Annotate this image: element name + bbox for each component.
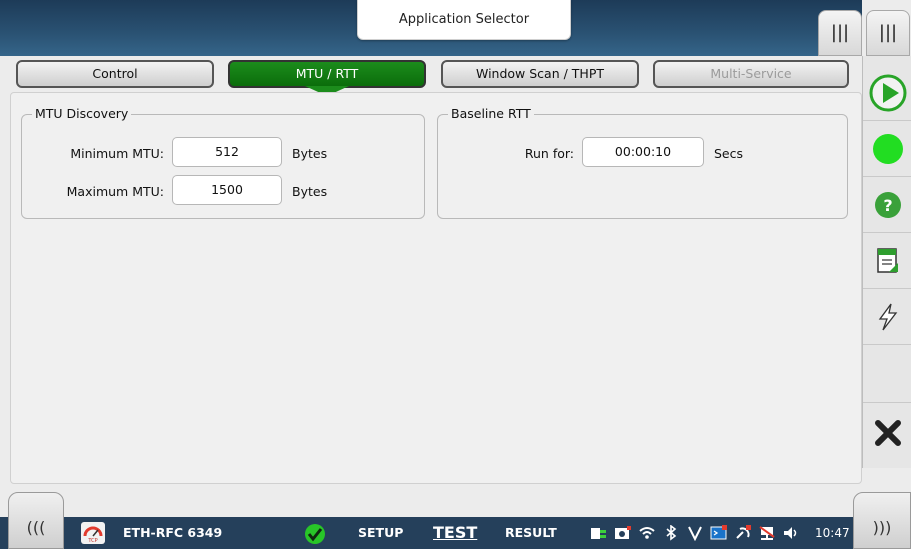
speaker-icon	[784, 527, 797, 539]
system-status-icons	[590, 523, 800, 543]
test-link[interactable]: TEST	[433, 517, 477, 549]
left-corner-tab[interactable]: (((	[8, 492, 64, 549]
play-icon	[869, 74, 906, 112]
lightning-icon	[878, 303, 897, 331]
minimum-mtu-label: Minimum MTU:	[70, 146, 164, 161]
run-for-label: Run for:	[524, 146, 574, 161]
content-panel: MTU Discovery Minimum MTU: 512 Bytes Max…	[10, 92, 862, 484]
bottom-status-bar: TCP ETH-RFC 6349 SETUP TEST RESULT 10:47	[0, 517, 911, 549]
right-corner-tab[interactable]: )))	[853, 492, 911, 549]
test-name-label: ETH-RFC 6349	[123, 525, 223, 540]
wifi-icon	[639, 527, 655, 539]
maximum-mtu-field[interactable]: 1500	[172, 175, 282, 205]
minimum-mtu-unit: Bytes	[292, 146, 328, 161]
run-for-unit: Secs	[714, 146, 744, 161]
report-icon	[876, 248, 898, 273]
help-button[interactable]: ?	[863, 178, 911, 233]
close-icon	[874, 420, 901, 446]
setup-link[interactable]: SETUP	[358, 517, 403, 549]
status-indicator-button[interactable]	[863, 122, 911, 177]
baseline-rtt-title: Baseline RTT	[448, 106, 534, 121]
sidebar-empty-slot	[863, 346, 911, 403]
camera-icon	[615, 526, 631, 539]
close-button[interactable]	[863, 404, 911, 462]
report-button[interactable]	[863, 234, 911, 289]
satellite-icon	[736, 525, 751, 539]
lightning-button[interactable]	[863, 290, 911, 345]
tcp-gauge-icon: TCP	[81, 522, 105, 544]
maximum-mtu-unit: Bytes	[292, 184, 328, 199]
minimum-mtu-field[interactable]: 512	[172, 137, 282, 167]
status-green-icon	[872, 134, 903, 164]
terminal-icon	[710, 525, 727, 540]
check-ok-icon	[305, 524, 325, 544]
tab-window-scan-thpt[interactable]: Window Scan / THPT	[441, 60, 639, 88]
tab-mtu-rtt[interactable]: MTU / RTT	[228, 60, 426, 88]
bluetooth-icon	[666, 525, 677, 541]
application-selector-button[interactable]: Application Selector	[357, 0, 571, 40]
svg-text:TCP: TCP	[87, 538, 97, 544]
run-for-field[interactable]: 00:00:10	[582, 137, 704, 167]
maximum-mtu-label: Maximum MTU:	[66, 184, 164, 199]
baseline-rtt-group: Baseline RTT Run for: 00:00:10 Secs	[437, 106, 848, 219]
svg-text:?: ?	[883, 196, 892, 215]
result-link[interactable]: RESULT	[505, 517, 557, 549]
power-plug-icon	[591, 528, 606, 539]
mtu-discovery-group: MTU Discovery Minimum MTU: 512 Bytes Max…	[21, 106, 425, 219]
tab-multi-service: Multi-Service	[653, 60, 849, 88]
panel-toggle-right-tab[interactable]: |||	[866, 10, 910, 56]
panel-toggle-left-tab[interactable]: |||	[818, 10, 862, 56]
v-icon	[688, 526, 702, 541]
right-sidebar: ?	[862, 56, 911, 468]
clock-time: 10:47	[815, 526, 850, 540]
mtu-discovery-title: MTU Discovery	[32, 106, 132, 121]
help-icon: ?	[874, 192, 901, 218]
network-icon	[759, 526, 775, 540]
start-test-button[interactable]	[863, 66, 911, 121]
tab-control[interactable]: Control	[16, 60, 214, 88]
